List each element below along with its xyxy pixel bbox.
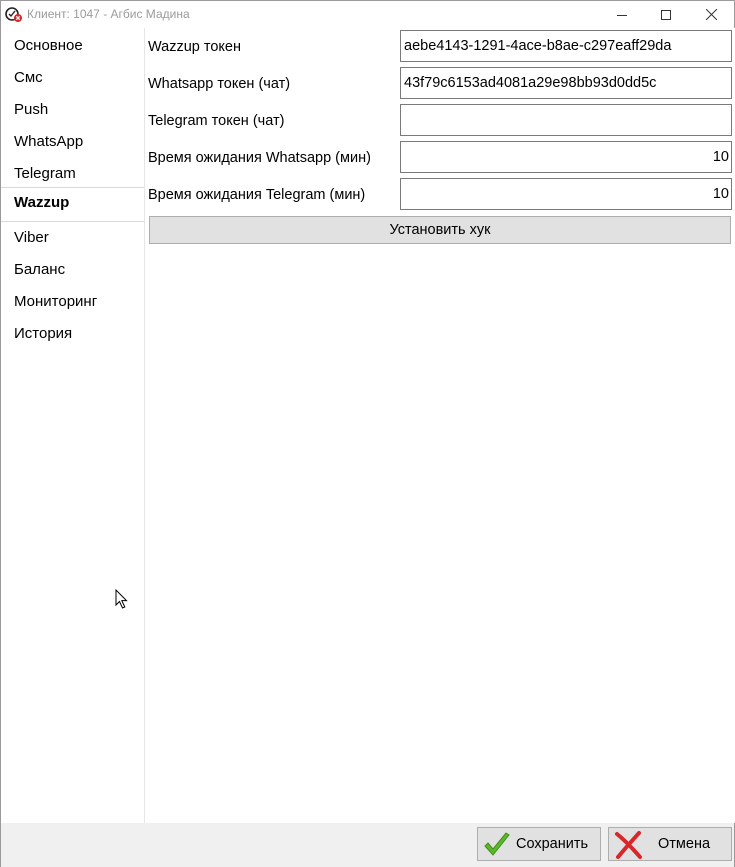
telegram-token-input[interactable] <box>400 104 732 136</box>
close-icon <box>705 9 717 20</box>
wazzup-settings-panel: Wazzup токен aebe4143-1291-4ace-b8ae-c29… <box>145 28 735 823</box>
save-button-label: Сохранить <box>516 836 589 852</box>
settings-sidebar: Основное Смс Push WhatsApp Telegram Wazz… <box>1 28 145 823</box>
sidebar-item-history[interactable]: История <box>1 318 144 350</box>
save-button[interactable]: Сохранить <box>477 827 601 861</box>
dialog-footer: Сохранить Отмена <box>1 823 734 867</box>
telegram-timeout-input[interactable]: 10 <box>400 178 732 210</box>
close-button[interactable] <box>688 1 734 28</box>
window-title: Клиент: 1047 - Агбис Мадина <box>27 7 190 21</box>
minimize-icon <box>617 14 627 16</box>
sidebar-item-balance[interactable]: Баланс <box>1 254 144 286</box>
sidebar-item-push[interactable]: Push <box>1 94 144 126</box>
sidebar-item-telegram[interactable]: Telegram <box>1 158 144 190</box>
checkmark-icon <box>484 832 510 856</box>
telegram-token-label: Telegram токен (чат) <box>148 113 285 129</box>
sidebar-item-sms[interactable]: Смс <box>1 62 144 94</box>
telegram-timeout-label: Время ожидания Telegram (мин) <box>148 187 366 203</box>
whatsapp-timeout-input[interactable]: 10 <box>400 141 732 173</box>
minimize-button[interactable] <box>599 1 645 28</box>
cancel-button-label: Отмена <box>658 836 711 852</box>
set-hook-button[interactable]: Установить хук <box>149 216 731 244</box>
sidebar-item-monitoring[interactable]: Мониторинг <box>1 286 144 318</box>
app-icon <box>5 7 22 22</box>
whatsapp-token-input[interactable]: 43f79c6153ad4081a29e98bb93d0dd5c <box>400 67 732 99</box>
sidebar-item-viber[interactable]: Viber <box>1 222 144 254</box>
sidebar-item-main[interactable]: Основное <box>1 30 144 62</box>
cancel-button[interactable]: Отмена <box>608 827 732 861</box>
whatsapp-token-label: Whatsapp токен (чат) <box>148 76 291 92</box>
sidebar-item-whatsapp[interactable]: WhatsApp <box>1 126 144 158</box>
red-x-icon <box>615 831 642 859</box>
maximize-icon <box>661 9 671 20</box>
wazzup-token-input[interactable]: aebe4143-1291-4ace-b8ae-c297eaff29da <box>400 30 732 62</box>
maximize-button[interactable] <box>643 1 689 28</box>
wazzup-token-label: Wazzup токен <box>148 39 241 55</box>
title-bar[interactable]: Клиент: 1047 - Агбис Мадина <box>1 1 734 28</box>
settings-window: Клиент: 1047 - Агбис Мадина Основное Смс… <box>0 0 735 867</box>
mouse-pointer-icon <box>115 589 128 609</box>
whatsapp-timeout-label: Время ожидания Whatsapp (мин) <box>148 150 371 166</box>
sidebar-item-wazzup[interactable]: Wazzup <box>1 187 144 222</box>
